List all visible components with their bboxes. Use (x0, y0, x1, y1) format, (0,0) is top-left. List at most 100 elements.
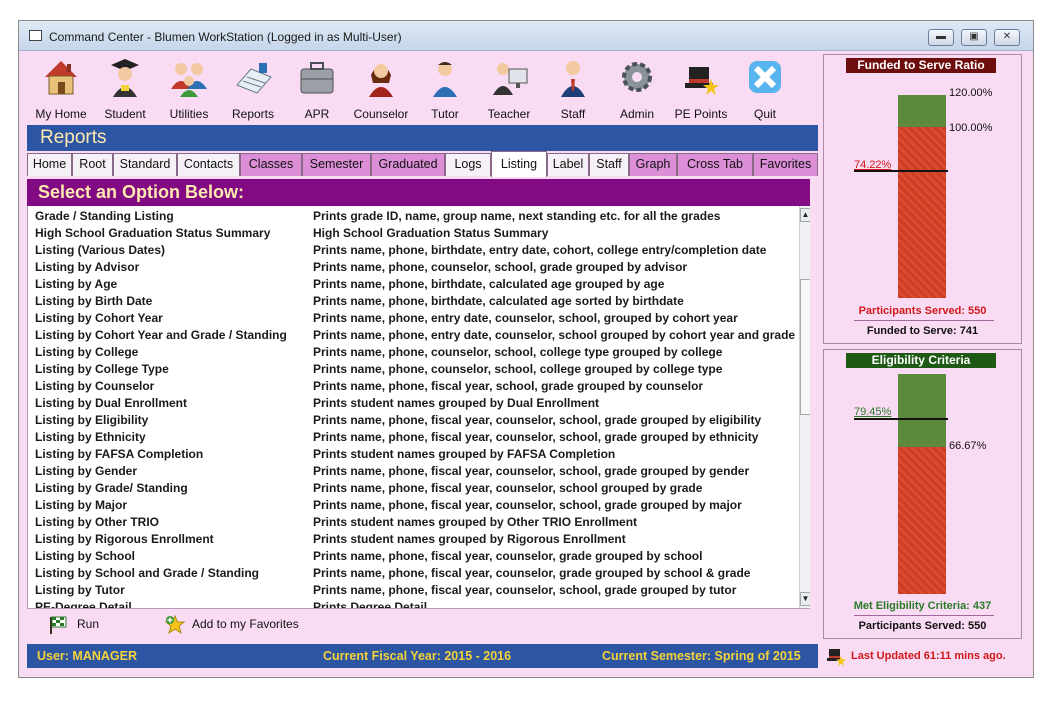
list-item[interactable]: PE-Degree Detail Prints Degree Detail (28, 598, 799, 609)
report-name: Listing by Advisor (35, 260, 140, 274)
toolbar-utilities[interactable]: Utilities (157, 53, 221, 121)
gauge-value-marker (854, 418, 948, 420)
report-sheet-icon (236, 63, 272, 94)
report-name: Listing by School and Grade / Standing (35, 566, 260, 580)
list-item[interactable]: Listing by Tutor Prints name, phone, fisc… (28, 581, 799, 598)
report-tabs: Home Root Standard Contacts Classes Seme… (27, 151, 818, 177)
tab-graduated[interactable]: Graduated (371, 153, 445, 176)
toolbar-student[interactable]: Student (93, 53, 157, 121)
report-name: Listing by Other TRIO (35, 515, 160, 529)
scrollbar-thumb[interactable] (800, 279, 810, 415)
report-description: Prints name, phone, counselor, school, c… (313, 345, 723, 359)
list-item[interactable]: Listing by School Prints name, phone, fis… (28, 547, 799, 564)
toolbar-tutor[interactable]: Tutor (413, 53, 477, 121)
toolbar-teacher[interactable]: Teacher (477, 53, 541, 121)
add-to-favorites-button[interactable]: Add to my Favorites (192, 617, 299, 631)
title-bar[interactable]: Command Center - Blumen WorkStation (Log… (19, 21, 1033, 51)
report-description: Prints student names grouped by Rigorous… (313, 532, 626, 546)
toolbar-reports[interactable]: Reports (221, 53, 285, 121)
tutor-person-icon (433, 62, 457, 97)
list-item[interactable]: Listing (Various Dates) Prints name, phon… (28, 241, 799, 258)
toolbar-my-home[interactable]: My Home (29, 53, 93, 121)
list-item[interactable]: Listing by Cohort Year Prints name, phone… (28, 309, 799, 326)
report-name: Listing by Eligibility (35, 413, 149, 427)
toolbar-apr[interactable]: APR (285, 53, 349, 121)
gauge-divider (854, 320, 994, 321)
toolbar-label: My Home (35, 107, 87, 121)
report-description: Prints name, phone, fiscal year, counsel… (313, 583, 737, 597)
status-bar: User: MANAGER Current Fiscal Year: 2015 … (27, 644, 818, 668)
list-item[interactable]: Grade / Standing Listing Prints grade ID,… (28, 207, 799, 224)
close-button[interactable]: ✕ (994, 29, 1020, 46)
report-name: Listing by Birth Date (35, 294, 153, 308)
tab-label[interactable]: Label (547, 153, 589, 176)
toolbar-admin[interactable]: Admin (605, 53, 669, 121)
section-title: Reports (40, 127, 107, 148)
report-name: Listing by Tutor (35, 583, 125, 597)
tab-home[interactable]: Home (27, 153, 72, 176)
list-item[interactable]: Listing by Rigorous Enrollment Prints stu… (28, 530, 799, 547)
toolbar-label: Student (104, 107, 146, 121)
toolbar-counselor[interactable]: Counselor (349, 53, 413, 121)
report-name: Listing by Gender (35, 464, 138, 478)
list-item[interactable]: Listing by Other TRIO Prints student name… (28, 513, 799, 530)
toolbar-label: Quit (753, 107, 776, 121)
toolbar-staff[interactable]: Staff (541, 53, 605, 121)
report-name: High School Graduation Status Summary (35, 226, 271, 240)
tab-standard[interactable]: Standard (113, 153, 177, 176)
tab-favorites[interactable]: Favorites (753, 153, 818, 176)
tab-cross-tab[interactable]: Cross Tab (677, 153, 753, 176)
list-item[interactable]: Listing by Age Prints name, phone, birthd… (28, 275, 799, 292)
magic-hat-star-icon (827, 649, 846, 666)
report-description: High School Graduation Status Summary (313, 226, 549, 240)
report-description: Prints name, phone, fiscal year, counsel… (313, 413, 762, 427)
list-item[interactable]: Listing by Eligibility Prints name, phone… (28, 411, 799, 428)
list-item[interactable]: Listing by Gender Prints name, phone, fis… (28, 462, 799, 479)
list-item[interactable]: Listing by Birth Date Prints name, phone,… (28, 292, 799, 309)
tab-staff[interactable]: Staff (589, 153, 629, 176)
scroll-down-arrow-icon[interactable]: ▼ (800, 592, 810, 606)
magic-hat-star-icon (685, 67, 719, 95)
report-description: Prints Degree Detail (313, 600, 428, 609)
report-description: Prints name, phone, fiscal year, counsel… (313, 498, 742, 512)
tab-graph[interactable]: Graph (629, 153, 677, 176)
report-name: PE-Degree Detail (35, 600, 132, 609)
report-description: Prints name, phone, fiscal year, counsel… (313, 464, 750, 478)
list-item[interactable]: Listing by Major Prints name, phone, fisc… (28, 496, 799, 513)
vertical-scrollbar[interactable]: ▲ ▼ (799, 206, 810, 608)
toolbar-label: Teacher (487, 107, 531, 121)
report-name: Listing by Cohort Year (35, 311, 163, 325)
report-description: Prints grade ID, name, group name, next … (313, 209, 721, 223)
restore-button[interactable]: ▣ (961, 29, 987, 46)
minimize-button[interactable]: ▬ (928, 29, 954, 46)
select-option-title: Select an Option Below: (38, 182, 245, 202)
list-item[interactable]: Listing by FAFSA Completion Prints studen… (28, 445, 799, 462)
list-item[interactable]: Listing by Cohort Year and Grade / Stand… (28, 326, 799, 343)
report-description: Prints name, phone, birthdate, calculate… (313, 277, 665, 291)
report-list[interactable]: Grade / Standing Listing Prints grade ID,… (27, 206, 810, 609)
tab-root[interactable]: Root (72, 153, 113, 176)
list-item[interactable]: Listing by Counselor Prints name, phone, … (28, 377, 799, 394)
list-item[interactable]: Listing by Grade/ Standing Prints name, p… (28, 479, 799, 496)
toolbar-pe-points[interactable]: PE Points (669, 53, 733, 121)
tab-classes[interactable]: Classes (240, 153, 302, 176)
report-description: Prints student names grouped by FAFSA Co… (313, 447, 616, 461)
tab-logs[interactable]: Logs (445, 153, 491, 176)
run-button[interactable]: Run (77, 617, 99, 631)
scroll-up-arrow-icon[interactable]: ▲ (800, 208, 810, 222)
list-item[interactable]: Listing by Dual Enrollment Prints student… (28, 394, 799, 411)
list-item[interactable]: Listing by Ethnicity Prints name, phone, … (28, 428, 799, 445)
report-name: Listing by Rigorous Enrollment (35, 532, 214, 546)
list-item[interactable]: High School Graduation Status Summary Hig… (28, 224, 799, 241)
gauge-title: Funded to Serve Ratio (846, 58, 996, 73)
tab-contacts[interactable]: Contacts (177, 153, 240, 176)
list-item[interactable]: Listing by College Prints name, phone, co… (28, 343, 799, 360)
list-item[interactable]: Listing by Advisor Prints name, phone, co… (28, 258, 799, 275)
tab-semester[interactable]: Semester (302, 153, 371, 176)
list-item[interactable]: Listing by School and Grade / Standing Pr… (28, 564, 799, 581)
toolbar-quit[interactable]: Quit (733, 53, 797, 121)
tab-listing[interactable]: Listing (491, 151, 547, 177)
checkered-flag-icon (50, 616, 67, 634)
list-item[interactable]: Listing by College Type Prints name, phon… (28, 360, 799, 377)
main-toolbar: My Home Student Utilities Reports APR Co… (27, 53, 819, 121)
